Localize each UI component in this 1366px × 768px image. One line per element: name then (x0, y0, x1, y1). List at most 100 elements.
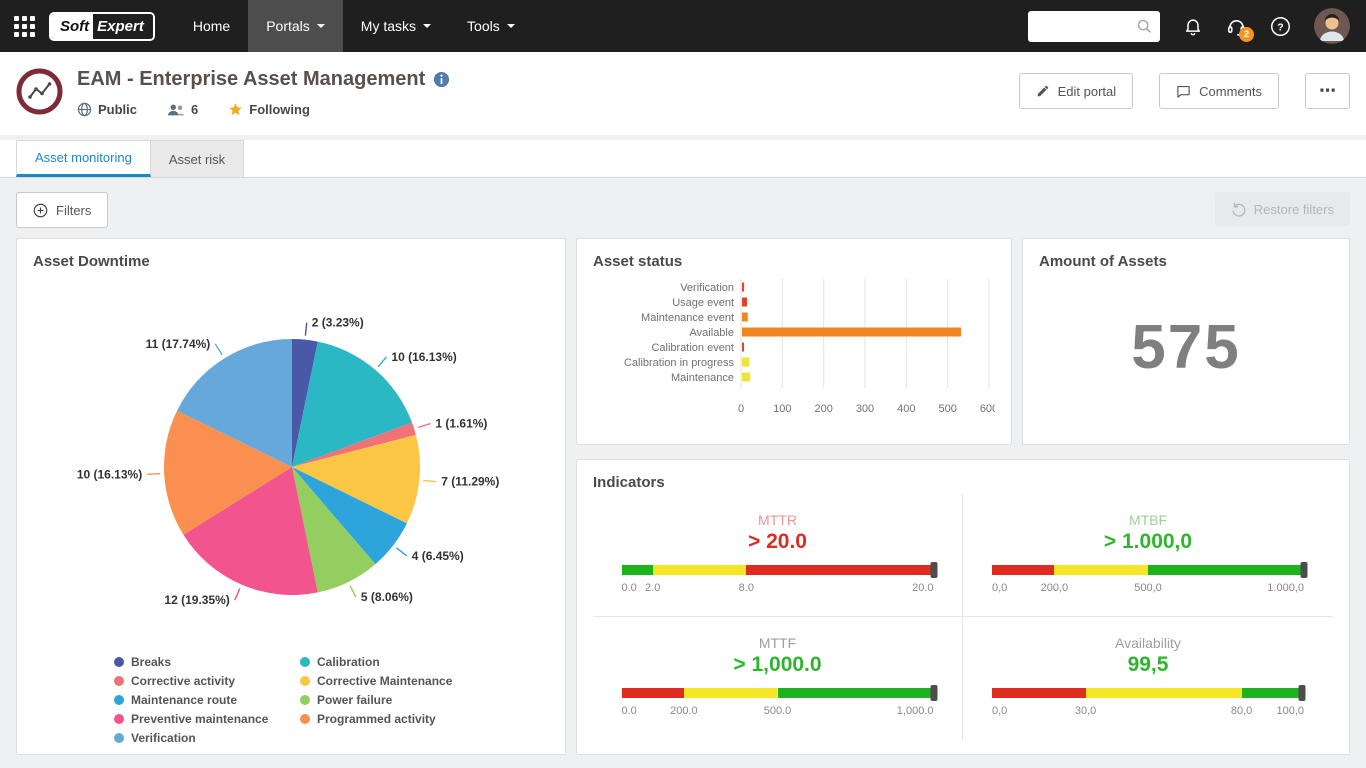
mttf-gauge: 0.0200.0500.01,000.0 (622, 688, 934, 719)
pie-slice-value-label: 11 (17.74%) (146, 337, 211, 351)
tab-asset-monitoring[interactable]: Asset monitoring (16, 140, 151, 177)
legend-item-calibration[interactable]: Calibration (300, 655, 468, 669)
indicator-value: > 20.0 (593, 530, 962, 554)
legend-label: Maintenance route (131, 693, 237, 707)
legend-label: Preventive maintenance (131, 712, 268, 726)
gauge-segment (992, 565, 1054, 575)
gauge-tick-label: 80,0 (1231, 705, 1252, 717)
asset-count-value: 575 (1039, 312, 1333, 383)
bar-verification[interactable] (742, 283, 744, 292)
pie-legend-column-1: Breaks Corrective activity Maintenance rou… (114, 655, 286, 745)
bar-available[interactable] (742, 328, 961, 337)
indicators-grid: MTTR > 20.0 0.02.08.020.0 MTBF > 1.000,0… (593, 494, 1333, 740)
legend-item-verification[interactable]: Verification (114, 731, 286, 745)
pie-slice-value-label: 2 (3.23%) (312, 316, 364, 330)
gauge-tick-label: 0.0 (622, 705, 637, 717)
bar-maintenance[interactable] (742, 373, 750, 382)
gauge-tick-label: 0,0 (992, 582, 1007, 594)
following-item[interactable]: Following (228, 102, 310, 117)
gauge-value-marker (930, 685, 937, 701)
dashboard-cards: Asset Downtime 2 (3.23%)10 (16.13%)1 (1.… (16, 238, 1350, 755)
gauge-scale: 0,030,080,0100,0 (992, 705, 1304, 719)
bar-calibration-in-progress[interactable] (742, 358, 749, 367)
x-axis-tick-label: 400 (897, 403, 915, 415)
mttr-gauge: 0.02.08.020.0 (622, 565, 934, 596)
svg-text:?: ? (1277, 21, 1283, 33)
users-icon (167, 103, 185, 117)
gauge-segment (622, 565, 653, 575)
top-navbar: Soft Expert Home Portals My tasks Tools (0, 0, 1366, 52)
bar-category-label: Verification (680, 282, 734, 294)
search-box[interactable] (1028, 11, 1160, 42)
legend-item-corrective-maintenance[interactable]: Corrective Maintenance (300, 674, 468, 688)
bar-maintenance-event[interactable] (742, 313, 748, 322)
menu-portals[interactable]: Portals (248, 0, 343, 52)
user-avatar[interactable] (1314, 8, 1350, 44)
legend-color-dot (114, 676, 124, 686)
bar-usage-event[interactable] (742, 298, 747, 307)
indicator-name: MTTF (593, 635, 962, 651)
restore-filters-button[interactable]: Restore filters (1215, 192, 1350, 226)
filters-label: Filters (56, 203, 91, 218)
legend-item-programmed-activity[interactable]: Programmed activity (300, 712, 468, 726)
more-options-button[interactable]: ⋯ (1305, 73, 1350, 109)
logo-expert-text: Expert (93, 14, 153, 39)
gauge-value-marker (1301, 562, 1308, 578)
ellipsis-icon: ⋯ (1319, 81, 1336, 101)
edit-portal-button[interactable]: Edit portal (1019, 73, 1134, 109)
comments-button[interactable]: Comments (1159, 73, 1279, 109)
pencil-icon (1036, 84, 1050, 98)
gauge-scale: 0,0200,0500,01.000,0 (992, 582, 1304, 596)
star-icon (228, 102, 243, 117)
legend-item-maintenance-route[interactable]: Maintenance route (114, 693, 286, 707)
support-icon[interactable]: 2 (1226, 16, 1247, 37)
indicator-name: MTTR (593, 512, 962, 528)
filters-button[interactable]: Filters (16, 192, 108, 228)
legend-label: Programmed activity (317, 712, 436, 726)
following-label: Following (249, 102, 310, 117)
legend-item-corrective-activity[interactable]: Corrective activity (114, 674, 286, 688)
pie-slice-value-label: 5 (8.06%) (361, 590, 413, 604)
menu-tools[interactable]: Tools (449, 0, 533, 52)
gauge-track (622, 688, 934, 698)
search-icon[interactable] (1136, 18, 1152, 34)
indicator-availability: Availability 99,5 0,030,080,0100,0 (963, 617, 1333, 740)
bar-calibration-event[interactable] (742, 343, 744, 352)
portal-actions: Edit portal Comments ⋯ (1019, 73, 1350, 109)
pie-label-line (418, 424, 431, 428)
tab-asset-risk[interactable]: Asset risk (151, 140, 244, 177)
info-icon[interactable] (433, 71, 450, 88)
edit-portal-label: Edit portal (1058, 84, 1117, 99)
gauge-value-marker (930, 562, 937, 578)
menu-my-tasks[interactable]: My tasks (343, 0, 449, 52)
search-input[interactable] (1036, 19, 1136, 34)
asset-downtime-pie-chart: 2 (3.23%)10 (16.13%)1 (1.61%)7 (11.29%)4… (33, 270, 549, 648)
x-axis-tick-label: 300 (856, 403, 874, 415)
menu-home[interactable]: Home (175, 0, 248, 52)
help-icon[interactable]: ? (1270, 16, 1291, 37)
gauge-tick-label: 500,0 (1134, 582, 1162, 594)
notifications-bell-icon[interactable] (1183, 16, 1203, 36)
indicator-name: MTBF (963, 512, 1333, 528)
pie-slice-value-label: 12 (19.35%) (164, 593, 229, 607)
softexpert-logo[interactable]: Soft Expert (49, 12, 155, 41)
restore-icon (1231, 202, 1246, 217)
gauge-segment (653, 565, 747, 575)
bar-category-label: Maintenance (671, 372, 734, 384)
gauge-segment (1148, 565, 1304, 575)
pie-legend-column-2: Calibration Corrective Maintenance Power f… (300, 655, 468, 745)
portal-tabs: Asset monitoring Asset risk (0, 140, 1366, 178)
app-launcher-icon[interactable] (14, 16, 35, 37)
legend-item-power-failure[interactable]: Power failure (300, 693, 468, 707)
legend-item-breaks[interactable]: Breaks (114, 655, 286, 669)
portal-meta: Public 6 Following (77, 102, 450, 117)
gauge-segment (746, 565, 933, 575)
gauge-tick-label: 2.0 (645, 582, 660, 594)
legend-label: Breaks (131, 655, 171, 669)
indicator-value: > 1.000,0 (963, 530, 1333, 554)
legend-item-preventive-maintenance[interactable]: Preventive maintenance (114, 712, 286, 726)
indicators-title: Indicators (593, 474, 1333, 491)
indicator-mttr: MTTR > 20.0 0.02.08.020.0 (593, 494, 963, 617)
indicator-value: 99,5 (963, 653, 1333, 677)
main-menu: Home Portals My tasks Tools (175, 0, 533, 52)
